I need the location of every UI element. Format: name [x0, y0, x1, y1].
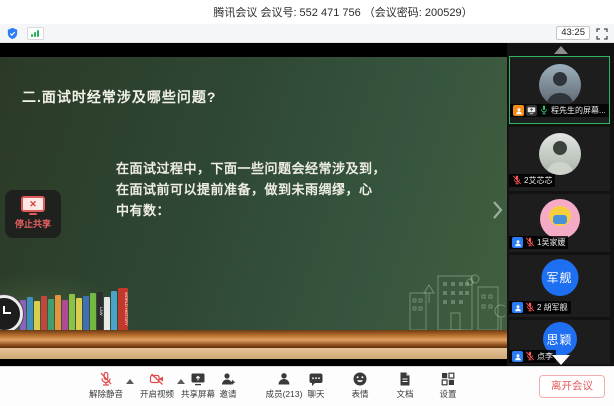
participant-tile[interactable]: 1吴家媛: [509, 194, 610, 252]
chalk-tray: [0, 330, 507, 348]
book-spine: [34, 301, 40, 330]
invite-person-icon: [202, 371, 254, 387]
person-silhouette: [553, 72, 567, 86]
settings-label: 设置: [422, 388, 474, 400]
mic-muted-icon: [512, 175, 522, 187]
tencent-meeting-window: 腾讯会议 会议号: 552 471 756 （会议密码: 200529） 43:…: [0, 0, 614, 406]
x-icon: ✕: [29, 200, 37, 209]
meeting-timer: 43:25: [556, 26, 590, 40]
slide-body-line: 在面试前可以提前准备，做到未雨绸缪，心: [116, 179, 386, 200]
avatar: [540, 199, 580, 239]
participants-sidebar: 程先生的屏幕... 2艾芯芯: [507, 43, 614, 366]
book-spine: [104, 297, 110, 330]
participant-name: 2 胡军舰: [537, 302, 568, 313]
book-spine: [62, 300, 68, 330]
titlebar: 腾讯会议 会议号: 552 471 756 （会议密码: 200529）: [0, 0, 614, 24]
next-chevron-icon[interactable]: [491, 200, 503, 220]
book-spine: [27, 297, 33, 330]
mic-muted-icon: [80, 371, 132, 387]
avatar: [539, 133, 581, 175]
settings-grid-icon: [422, 371, 474, 387]
participant-name: 程先生的屏幕...: [551, 105, 606, 116]
shared-screen: 二.面试时经常涉及哪些问题? 在面试过程中，下面一些问题会经常涉及到， 在面试前…: [0, 43, 507, 366]
blackboard-slide: 二.面试时经常涉及哪些问题? 在面试过程中，下面一些问题会经常涉及到， 在面试前…: [0, 57, 507, 359]
unmute-label: 解除静音: [80, 388, 132, 400]
slide-body-line: 在面试过程中，下面一些问题会经常涉及到，: [116, 158, 386, 179]
slide-body: 在面试过程中，下面一些问题会经常涉及到， 在面试前可以提前准备，做到未雨绸缪，心…: [116, 158, 386, 221]
participant-name: 2艾芯芯: [524, 175, 552, 186]
member-badge-icon: [512, 351, 523, 362]
signal-bar: [34, 32, 36, 37]
network-signal-icon[interactable]: [27, 27, 44, 40]
stop-share-screen-icon: ✕: [21, 196, 45, 212]
mic-on-icon: [539, 105, 549, 117]
mic-muted-icon: [525, 237, 535, 249]
person-silhouette: [553, 141, 567, 155]
collapse-panel-icon[interactable]: [554, 46, 568, 54]
participant-label: 1吴家媛: [509, 236, 568, 249]
book-spine: WORLD HISTORY: [118, 288, 128, 330]
book-spine: [90, 293, 96, 330]
book-spine: [111, 291, 117, 330]
stop-share-button[interactable]: ✕ 停止共享: [5, 190, 61, 238]
book-spine: [69, 294, 75, 330]
screen-sharing-icon: [526, 105, 537, 116]
participant-label: 点李: [509, 350, 556, 363]
avatar: [539, 64, 581, 106]
board-base: [0, 348, 507, 359]
settings-button[interactable]: 设置: [422, 371, 474, 400]
invite-label: 邀请: [202, 388, 254, 400]
book-spine: [48, 299, 54, 330]
leave-meeting-button[interactable]: 离开会议: [539, 375, 605, 398]
participant-name: 1吴家媛: [537, 237, 565, 248]
participant-label: 2艾芯芯: [509, 174, 555, 187]
bottom-toolbar: 解除静音 开启视频 共享屏幕 邀请 成员(213): [0, 366, 614, 406]
book-spine: LAW: [97, 292, 103, 330]
books: LAW WORLD HISTORY: [20, 288, 129, 330]
mic-muted-icon: [525, 302, 535, 314]
meeting-info: 腾讯会议 会议号: 552 471 756 （会议密码: 200529）: [213, 4, 472, 20]
book-spine: [76, 298, 82, 330]
face-mask: [553, 215, 567, 224]
participant-tile[interactable]: 军舰 2 胡军舰: [509, 255, 610, 317]
member-badge-icon: [512, 237, 523, 248]
stop-share-label: 停止共享: [5, 217, 61, 230]
statusbar: 43:25: [0, 24, 614, 43]
chalk-buildings-drawing: [402, 273, 505, 330]
participant-label: 程先生的屏幕...: [510, 104, 609, 117]
main-area: 二.面试时经常涉及哪些问题? 在面试过程中，下面一些问题会经常涉及到， 在面试前…: [0, 43, 614, 366]
screen-stand: [29, 213, 37, 215]
security-shield-icon[interactable]: [6, 27, 19, 40]
participant-tile[interactable]: 程先生的屏幕...: [509, 56, 610, 124]
slide-body-line: 中有数：: [116, 200, 386, 221]
invite-button[interactable]: 邀请: [202, 371, 254, 400]
scroll-down-icon[interactable]: [552, 355, 570, 365]
mic-muted-icon: [525, 351, 535, 363]
fullscreen-icon[interactable]: [596, 27, 608, 39]
avatar: 军舰: [541, 259, 578, 296]
book-spine: [41, 296, 47, 330]
book-spine: [55, 295, 61, 330]
slide-title: 二.面试时经常涉及哪些问题?: [22, 87, 216, 107]
signal-bar: [37, 30, 39, 37]
book-spine: [83, 296, 89, 330]
member-badge-icon: [512, 302, 523, 313]
participant-tile[interactable]: 2艾芯芯: [509, 127, 610, 191]
host-badge-icon: [513, 105, 524, 116]
unmute-button[interactable]: 解除静音: [80, 371, 132, 400]
signal-bar: [31, 34, 33, 37]
clock-hand: [3, 312, 11, 314]
participant-label: 2 胡军舰: [509, 301, 571, 314]
